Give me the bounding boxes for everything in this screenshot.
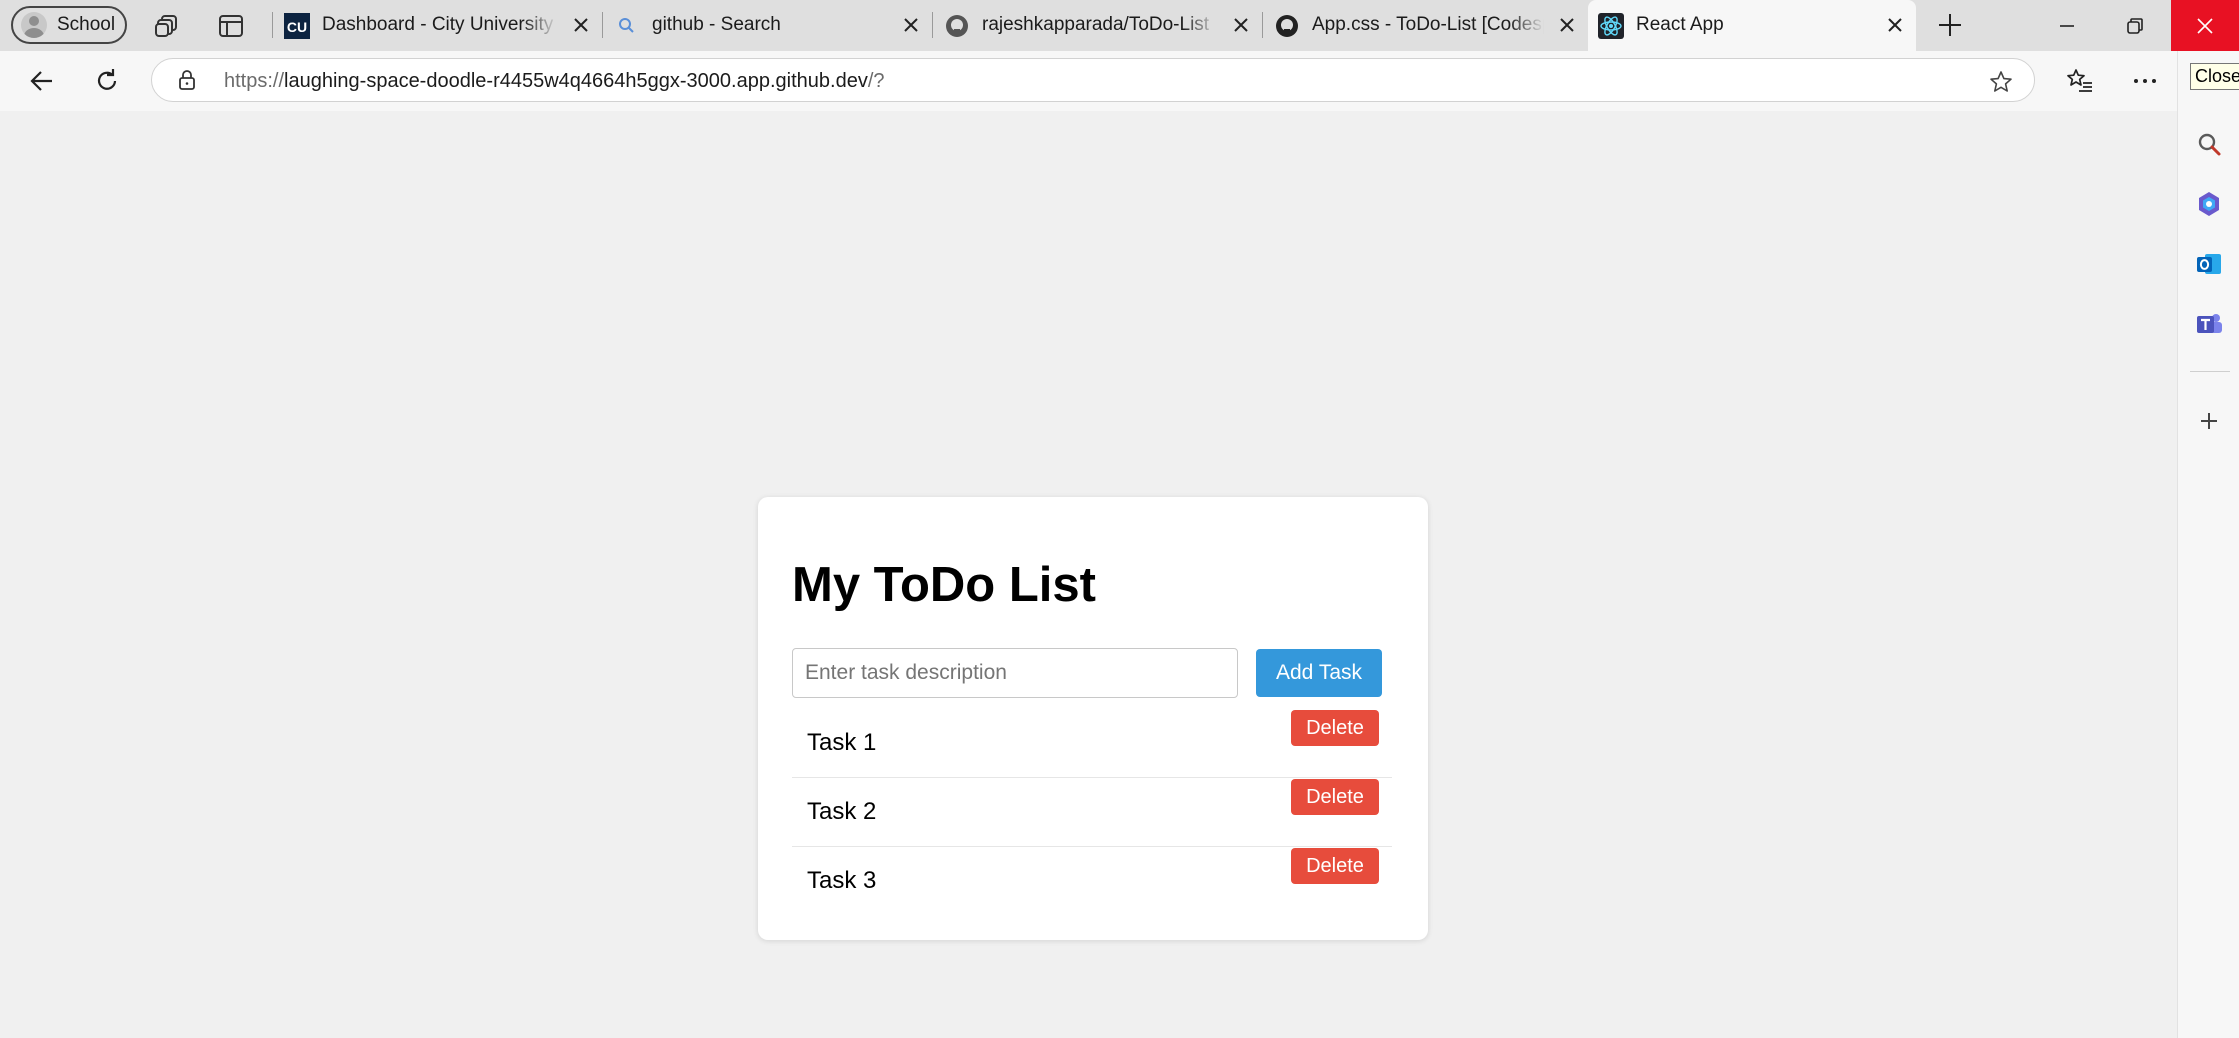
task-item: Task 2 Delete (792, 778, 1392, 847)
new-tab-icon[interactable] (1936, 11, 1964, 39)
tab-title: github - Search (652, 14, 781, 35)
task-list: Task 1 Delete Task 2 Delete Task 3 Delet… (792, 709, 1392, 916)
delete-task-button[interactable]: Delete (1291, 779, 1379, 815)
browser-toolbar: https://laughing-space-doodle-r4455w4q46… (0, 51, 2239, 111)
github-icon (1274, 13, 1300, 39)
copilot-icon[interactable] (2194, 189, 2224, 219)
sidebar-divider (2190, 371, 2230, 372)
task-item: Task 3 Delete (792, 847, 1392, 916)
close-tooltip: Close (2190, 63, 2239, 90)
github-icon (944, 13, 970, 39)
favorites-button[interactable] (2065, 66, 2095, 96)
restore-button[interactable] (2101, 0, 2169, 51)
profile-label: School (57, 14, 116, 35)
more-dots-icon (2131, 67, 2159, 95)
tab-github-search[interactable]: github - Search (604, 0, 932, 51)
svg-text:CU: CU (287, 19, 307, 35)
window-close-button[interactable] (2171, 0, 2239, 51)
close-icon[interactable] (572, 16, 590, 34)
address-bar[interactable]: https://laughing-space-doodle-r4455w4q46… (151, 58, 2035, 102)
avatar (21, 12, 47, 38)
refresh-button[interactable] (92, 66, 122, 96)
favorite-star-icon[interactable] (1988, 69, 2014, 95)
url-host: laughing-space-doodle-r4455w4q4664h5ggx-… (284, 70, 868, 92)
search-icon[interactable] (2194, 129, 2224, 159)
teams-icon[interactable] (2194, 309, 2224, 339)
task-text: Task 3 (807, 867, 877, 894)
back-arrow-icon (28, 67, 56, 95)
close-icon[interactable] (1558, 16, 1576, 34)
tab-title: React App (1636, 14, 1724, 35)
react-icon (1598, 13, 1624, 39)
tab-title: rajeshkapparada/ToDo-List (982, 14, 1210, 35)
settings-more-button[interactable] (2130, 66, 2160, 96)
tab-separator (602, 12, 603, 38)
tab-codespaces[interactable]: App.css - ToDo-List [Codespaces] (1264, 0, 1588, 51)
profile-button[interactable]: School (11, 6, 127, 44)
tab-title: App.css - ToDo-List [Codespaces] (1312, 14, 1544, 35)
add-task-button[interactable]: Add Task (1256, 649, 1382, 697)
cityu-icon: CU (284, 13, 310, 39)
lock-icon[interactable] (176, 69, 198, 91)
delete-task-button[interactable]: Delete (1291, 710, 1379, 746)
tab-title: Dashboard - City University of Seattle (322, 14, 558, 35)
tab-separator (932, 12, 933, 38)
delete-task-button[interactable]: Delete (1291, 848, 1379, 884)
minimize-icon (2058, 17, 2076, 35)
vertical-tabs-icon[interactable] (217, 12, 245, 40)
page-title: My ToDo List (792, 558, 1096, 612)
url-text[interactable]: https://laughing-space-doodle-r4455w4q46… (224, 70, 885, 93)
task-item: Task 1 Delete (792, 709, 1392, 778)
page-viewport: My ToDo List Add Task Task 1 Delete Task… (4, 111, 2177, 1038)
todo-card: My ToDo List Add Task Task 1 Delete Task… (758, 497, 1428, 940)
browser-tab-strip: School CU Dashboard - City University of… (0, 0, 2239, 51)
search-icon (614, 13, 640, 39)
tab-react-app[interactable]: React App (1588, 0, 1916, 51)
edge-sidebar (2177, 51, 2239, 1038)
close-icon[interactable] (1886, 16, 1904, 34)
tab-dashboard[interactable]: CU Dashboard - City University of Seattl… (274, 0, 602, 51)
tab-github-repo[interactable]: rajeshkapparada/ToDo-List (934, 0, 1262, 51)
restore-icon (2126, 17, 2144, 35)
url-path: /? (867, 70, 885, 92)
favorites-list-icon (2066, 67, 2094, 95)
close-icon[interactable] (902, 16, 920, 34)
refresh-icon (93, 67, 121, 95)
task-description-input[interactable] (792, 648, 1238, 698)
task-text: Task 2 (807, 798, 877, 825)
tab-separator (272, 12, 273, 38)
back-button[interactable] (27, 66, 57, 96)
close-icon[interactable] (1232, 16, 1250, 34)
outlook-icon[interactable] (2194, 249, 2224, 279)
workspaces-icon[interactable] (153, 12, 181, 40)
tab-separator (1262, 12, 1263, 38)
add-icon[interactable] (2194, 406, 2224, 436)
task-text: Task 1 (807, 729, 877, 756)
minimize-button[interactable] (2033, 0, 2101, 51)
url-scheme: https:// (224, 70, 285, 92)
close-icon (2196, 17, 2214, 35)
